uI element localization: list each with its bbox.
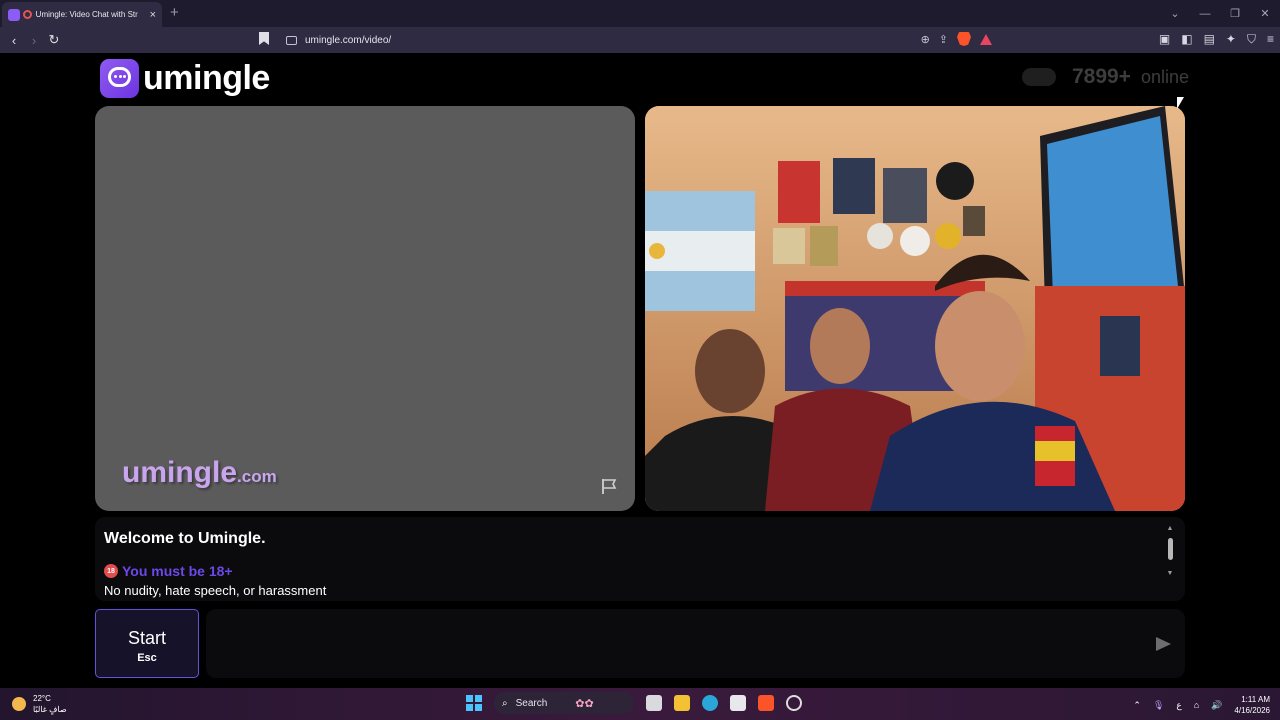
brave-rewards-icon[interactable]: [980, 33, 992, 45]
umingle-favicon-icon: [8, 8, 20, 21]
taskbar-search[interactable]: ⌕ Search ✿✿: [494, 692, 634, 714]
file-explorer-icon[interactable]: [674, 695, 690, 711]
time: 1:11 AM: [1241, 695, 1270, 704]
close-window-icon[interactable]: ✕: [1250, 7, 1280, 20]
start-menu-icon[interactable]: [466, 695, 482, 711]
start-shortcut: Esc: [137, 652, 157, 664]
temperature: 22°C: [33, 694, 51, 703]
rules-text: No nudity, hate speech, or harassment: [104, 583, 327, 598]
online-label: online: [1140, 66, 1189, 87]
back-icon[interactable]: ‹: [4, 33, 24, 48]
page-content: umingle 7899+ online umingle .com Welcom…: [0, 53, 1280, 688]
scroll-up-icon[interactable]: ▲: [1165, 525, 1175, 532]
online-indicator: 7899+ online: [1021, 65, 1189, 89]
taskbar-clock[interactable]: 1:11 AM 4/16/2026: [1234, 694, 1270, 716]
address-bar[interactable]: umingle.com/video/ ⊕ ⇪: [278, 30, 1000, 50]
report-flag-icon[interactable]: [600, 477, 618, 495]
tab-list-icon[interactable]: ⌄: [1160, 7, 1190, 20]
umingle-logo[interactable]: umingle: [100, 59, 270, 98]
close-tab-icon[interactable]: ×: [150, 9, 156, 21]
brave-shields-icon[interactable]: [957, 32, 971, 46]
chat-bubble-icon: [100, 59, 139, 98]
self-video: umingle .com: [95, 106, 635, 511]
recording-indicator-icon: [22, 10, 32, 19]
search-highlight-icon: ✿✿: [575, 697, 594, 710]
mouse-cursor-icon: [1177, 97, 1184, 109]
send-icon[interactable]: [1156, 637, 1171, 651]
menu-icon[interactable]: ≡: [1267, 32, 1274, 47]
video-watermark: umingle .com: [122, 456, 277, 490]
brave-icon[interactable]: [758, 695, 774, 711]
volume-icon[interactable]: 🔊: [1211, 700, 1222, 711]
age-18-icon: 18: [104, 564, 118, 578]
scroll-thumb[interactable]: [1167, 538, 1173, 560]
start-label: Start: [127, 628, 166, 648]
message-input[interactable]: [206, 609, 1185, 678]
theme-toggle[interactable]: [1021, 68, 1056, 86]
wallet-icon[interactable]: ▤: [1204, 32, 1215, 47]
age-warning: 18 You must be 18+: [104, 563, 233, 579]
zoom-icon[interactable]: ⊕: [921, 33, 930, 46]
reload-icon[interactable]: ↻: [44, 32, 64, 48]
maximize-icon[interactable]: ❐: [1220, 7, 1250, 20]
edge-icon[interactable]: [702, 695, 718, 711]
watermark-suffix: .com: [237, 467, 277, 486]
sidebar-icon[interactable]: ◧: [1181, 32, 1192, 47]
microphone-icon[interactable]: 🎙: [1153, 700, 1164, 711]
chatgpt-icon[interactable]: [786, 695, 802, 711]
minimize-icon[interactable]: —: [1190, 8, 1220, 20]
language-indicator[interactable]: ع: [1176, 700, 1181, 711]
age-warning-text: You must be 18+: [122, 563, 233, 579]
weather-icon: [12, 697, 26, 711]
new-tab-button[interactable]: +: [170, 4, 179, 21]
task-view-icon[interactable]: [646, 695, 662, 711]
store-icon[interactable]: [730, 695, 746, 711]
welcome-heading: Welcome to Umingle.: [104, 530, 266, 547]
stranger-video-frame: [645, 106, 1185, 511]
leo-ai-icon[interactable]: ✦: [1226, 32, 1236, 47]
site-info-icon[interactable]: [286, 35, 297, 45]
tray-overflow-icon[interactable]: ⌃: [1133, 700, 1141, 711]
stranger-video: [645, 106, 1185, 511]
online-count: 7899+: [1071, 65, 1131, 88]
search-label: Search: [515, 697, 548, 709]
browser-tab-strip: Umingle: Video Chat with Str × + ⌄ — ❐ ✕: [0, 0, 1280, 27]
browser-tab[interactable]: Umingle: Video Chat with Str ×: [2, 2, 162, 27]
logo-text: umingle: [143, 59, 270, 97]
url-text[interactable]: umingle.com/video/: [305, 35, 391, 46]
windows-taskbar: 22°C صافٍ غالبًا ⌕ Search ✿✿ ⌃ 🎙 ع ⌂ 🔊 1…: [0, 688, 1280, 720]
search-icon: ⌕: [502, 697, 508, 709]
start-button[interactable]: Start Esc: [95, 609, 199, 678]
tab-title: Umingle: Video Chat with Str: [35, 10, 138, 19]
browser-toolbar: ‹ › ↻ umingle.com/video/ ⊕ ⇪ ▣ ◧ ▤ ✦ ⛉ ≡: [0, 27, 1280, 53]
weather-description: صافٍ غالبًا: [33, 705, 67, 714]
forward-icon[interactable]: ›: [24, 33, 44, 48]
weather-widget[interactable]: 22°C صافٍ غالبًا: [12, 693, 67, 715]
bookmark-icon[interactable]: [259, 32, 269, 45]
scroll-down-icon[interactable]: ▼: [1165, 570, 1175, 577]
watermark-main: umingle: [122, 456, 238, 489]
chat-scrollbar[interactable]: ▲ ▼: [1165, 525, 1175, 593]
date: 4/16/2026: [1234, 706, 1270, 715]
window-controls: ⌄ — ❐ ✕: [1160, 0, 1280, 27]
vpn-icon[interactable]: ⛉: [1247, 32, 1256, 47]
share-icon[interactable]: ⇪: [939, 33, 948, 46]
network-icon[interactable]: ⌂: [1194, 700, 1199, 710]
media-icon[interactable]: ▣: [1159, 32, 1170, 47]
chat-log[interactable]: Welcome to Umingle. 18 You must be 18+ N…: [95, 517, 1185, 601]
